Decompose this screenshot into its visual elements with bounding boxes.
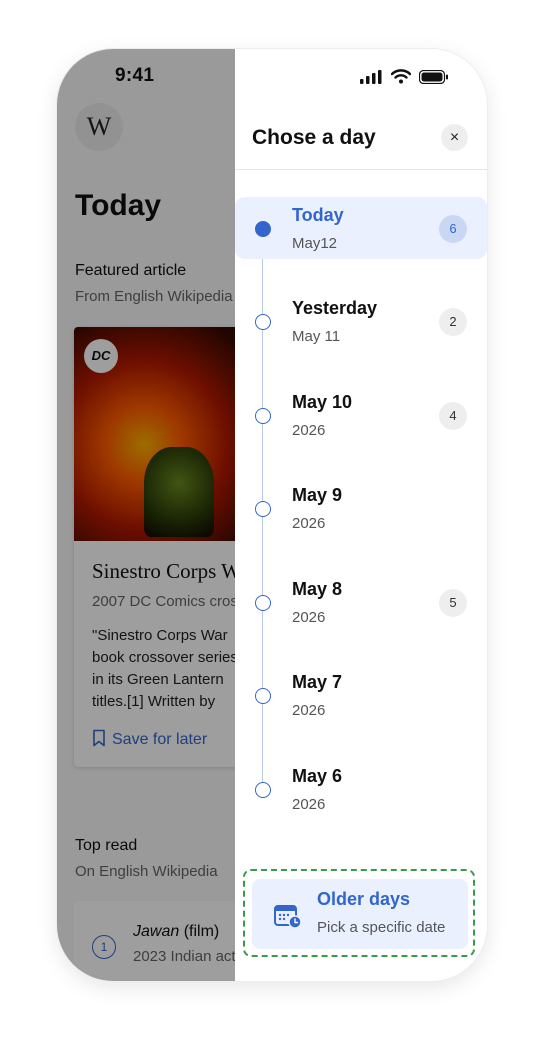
signal-icon xyxy=(360,69,382,84)
day-item-may-9[interactable]: May 9 2026 xyxy=(235,477,487,539)
battery-icon xyxy=(418,69,448,84)
older-days-button[interactable]: Older days Pick a specific date xyxy=(252,879,468,949)
day-label: May 6 xyxy=(292,766,343,786)
scrim-overlay[interactable] xyxy=(57,49,235,981)
count-badge: 5 xyxy=(439,589,467,617)
day-date: 2026 xyxy=(292,515,326,532)
timeline-dot xyxy=(255,782,271,798)
day-item-may-6[interactable]: May 6 2026 xyxy=(235,758,487,820)
phone-frame: 9:41 W Today Featured article From Engli… xyxy=(57,49,487,981)
timeline-dot xyxy=(255,221,271,237)
divider xyxy=(235,169,487,170)
day-label: May 9 xyxy=(292,485,343,505)
status-icons xyxy=(360,68,449,86)
day-item-may-10[interactable]: May 10 2026 4 xyxy=(235,384,487,446)
day-label: May 7 xyxy=(292,672,343,692)
timeline-dot xyxy=(255,408,271,424)
timeline-dot xyxy=(255,595,271,611)
day-date: 2026 xyxy=(292,422,326,439)
wifi-icon xyxy=(390,69,411,84)
day-date: 2026 xyxy=(292,702,326,719)
day-label: May 8 xyxy=(292,579,343,599)
day-date: 2026 xyxy=(292,609,326,626)
timeline-dot xyxy=(255,501,271,517)
timeline-dot xyxy=(255,688,271,704)
day-item-may-7[interactable]: May 7 2026 xyxy=(235,664,487,726)
day-label: Yesterday xyxy=(292,298,378,318)
older-days-subtitle: Pick a specific date xyxy=(317,919,446,936)
day-picker-drawer: Chose a day × Today May12 6 Yesterday Ma… xyxy=(235,49,487,981)
day-item-may-8[interactable]: May 8 2026 5 xyxy=(235,571,487,633)
close-button[interactable]: × xyxy=(441,124,468,151)
count-badge: 6 xyxy=(439,215,467,243)
count-badge: 4 xyxy=(439,402,467,430)
day-label: Today xyxy=(292,205,344,225)
calendar-clock-icon xyxy=(274,905,302,929)
day-item-today[interactable]: Today May12 6 xyxy=(235,197,487,259)
timeline-dot xyxy=(255,314,271,330)
count-badge: 2 xyxy=(439,308,467,336)
day-label: May 10 xyxy=(292,392,353,412)
older-days-focus-outline: Older days Pick a specific date xyxy=(243,869,475,957)
day-item-yesterday[interactable]: Yesterday May 11 2 xyxy=(235,290,487,352)
day-date: May12 xyxy=(292,235,338,252)
close-icon: × xyxy=(449,129,460,146)
older-days-title: Older days xyxy=(317,889,411,909)
day-date: May 11 xyxy=(292,328,341,345)
day-date: 2026 xyxy=(292,796,326,813)
drawer-title: Chose a day xyxy=(252,126,376,149)
